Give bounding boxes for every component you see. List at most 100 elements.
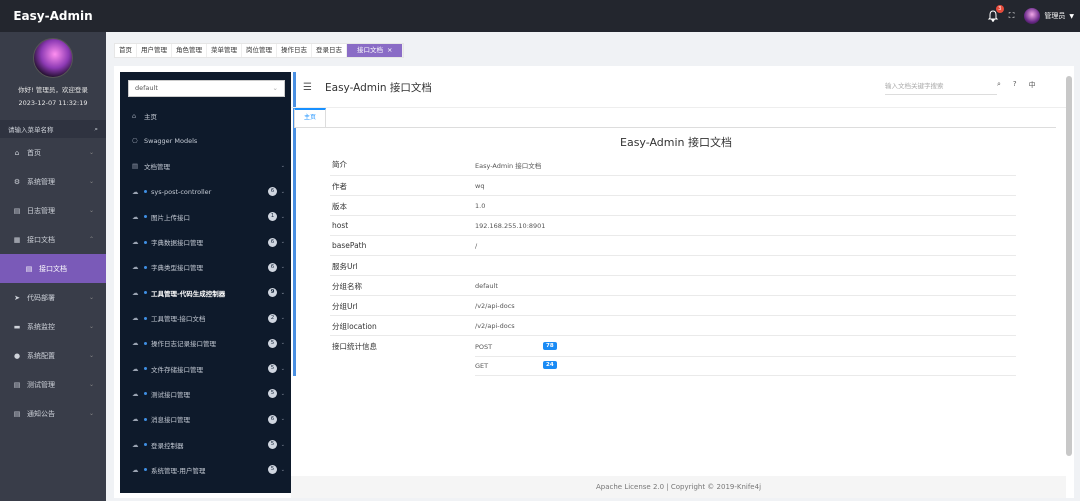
user-menu[interactable]: 管理员 ▼ bbox=[1024, 8, 1074, 24]
info-value: default bbox=[475, 282, 498, 290]
nav-item-models[interactable]: ⎔ Swagger Models bbox=[120, 128, 291, 153]
chevron-up-icon: ⌃ bbox=[88, 236, 94, 243]
doc-icon: ▦ bbox=[13, 235, 21, 244]
cloud-icon: ☁ bbox=[132, 364, 139, 373]
sidebar-item-label: 代码部署 bbox=[27, 293, 55, 302]
close-icon[interactable]: × bbox=[387, 46, 392, 54]
tab-roles[interactable]: 角色管理 bbox=[172, 44, 207, 57]
nav-item-controller[interactable]: ☁ 字典数据接口管理 6 ⌄ bbox=[120, 229, 291, 254]
method-label: POST bbox=[475, 343, 493, 351]
nav-item-home[interactable]: ⌂ 主页 bbox=[120, 103, 291, 128]
dot-icon bbox=[144, 417, 147, 421]
info-label: 版本 bbox=[332, 202, 347, 211]
fullscreen-icon[interactable]: ⛶ bbox=[1009, 11, 1015, 21]
sidebar-item-home[interactable]: ⌂ 首页 ⌄ bbox=[0, 138, 106, 167]
bell-icon[interactable]: 3 bbox=[987, 5, 1004, 23]
cloud-icon: ☁ bbox=[132, 212, 139, 221]
chevron-down-icon: ⌄ bbox=[280, 239, 285, 246]
nav-item-label: 工具管理-代码生成控制器 bbox=[151, 289, 226, 298]
sidebar-subitem-api-docs[interactable]: ▤ 接口文档 bbox=[0, 254, 106, 283]
sidebar-item-api-docs[interactable]: ▦ 接口文档 ⌃ bbox=[0, 225, 106, 254]
home-icon: ⌂ bbox=[132, 111, 137, 120]
sidebar-item-config[interactable]: ● 系统配置 ⌄ bbox=[0, 341, 106, 370]
nav-item-label: 文档管理 bbox=[144, 163, 170, 172]
app-title: Easy-Admin bbox=[13, 9, 93, 23]
nav-item-controller[interactable]: ☁ 系统管理-用户管理 5 ⌄ bbox=[120, 457, 291, 482]
sidebar-item-log[interactable]: ▤ 日志管理 ⌄ bbox=[0, 196, 106, 225]
cloud-icon: ☁ bbox=[132, 238, 139, 247]
nav-item-controller[interactable]: ☁ 文件存储接口管理 5 ⌄ bbox=[120, 356, 291, 381]
nav-item-doc-manage[interactable]: ▤ 文档管理 ⌄ bbox=[120, 154, 291, 179]
page-tabs: 首页 用户管理 角色管理 菜单管理 岗位管理 操作日志 登录日志 接口文档 × bbox=[114, 43, 405, 58]
nav-item-label: 字典类型接口管理 bbox=[151, 264, 203, 273]
group-select-value: default bbox=[135, 84, 158, 92]
user-name: 管理员 bbox=[1044, 12, 1066, 20]
doc-icon: ▤ bbox=[25, 264, 33, 273]
nav-item-controller[interactable]: ☁ 登录控制器 5 ⌄ bbox=[120, 432, 291, 457]
sidebar-item-monitor[interactable]: ▬ 系统监控 ⌄ bbox=[0, 312, 106, 341]
tab-home[interactable]: 首页 bbox=[115, 44, 137, 57]
count-badge: 6 bbox=[268, 414, 277, 424]
info-label: 分组location bbox=[332, 322, 377, 331]
info-row: 分组location /v2/api-docs bbox=[330, 316, 1016, 336]
tab-oplog[interactable]: 操作日志 bbox=[277, 44, 312, 57]
sidebar-item-system[interactable]: ⚙ 系统管理 ⌄ bbox=[0, 167, 106, 196]
cloud-icon: ☁ bbox=[132, 339, 139, 348]
info-value: wq bbox=[475, 182, 485, 190]
chevron-down-icon: ⌄ bbox=[88, 323, 94, 330]
info-row: 作者 wq bbox=[330, 176, 1016, 196]
sidebar-item-deploy[interactable]: ➤ 代码部署 ⌄ bbox=[0, 283, 106, 312]
nav-item-controller[interactable]: ☁ 字典类型接口管理 6 ⌄ bbox=[120, 255, 291, 280]
sidebar-item-notice[interactable]: ▤ 通知公告 ⌄ bbox=[0, 399, 106, 428]
count-badge: 6 bbox=[268, 262, 277, 272]
tab-loginlog[interactable]: 登录日志 bbox=[312, 44, 347, 57]
tab-menus[interactable]: 菜单管理 bbox=[207, 44, 242, 57]
home-icon: ⌂ bbox=[14, 148, 20, 157]
doc-search-input[interactable]: 输入文档关键字搜索 bbox=[885, 80, 997, 95]
tab-users[interactable]: 用户管理 bbox=[137, 44, 172, 57]
help-icon[interactable]: ? bbox=[1013, 80, 1017, 90]
send-icon: ➤ bbox=[14, 293, 20, 302]
count-badge: 2 bbox=[268, 313, 277, 323]
chevron-down-icon: ⌄ bbox=[272, 84, 278, 92]
group-select[interactable]: default ⌄ bbox=[128, 80, 285, 97]
nav-item-controller[interactable]: ☁ 测试接口管理 5 ⌄ bbox=[120, 381, 291, 406]
dot-icon bbox=[144, 392, 147, 396]
dot-icon bbox=[144, 190, 147, 194]
info-row: 分组名称 default bbox=[330, 276, 1016, 296]
info-row: 简介 Easy-Admin 接口文档 bbox=[330, 156, 1016, 176]
dot-icon bbox=[144, 265, 147, 269]
cloud-icon: ☁ bbox=[132, 288, 139, 297]
menu-toggle-icon[interactable]: ☰ bbox=[303, 82, 312, 93]
info-value: Easy-Admin 接口文档 bbox=[475, 162, 542, 170]
dot-icon bbox=[144, 316, 147, 320]
nav-item-controller[interactable]: ☁ 工具管理-代码生成控制器 9 ⌄ bbox=[120, 280, 291, 305]
nav-item-label: 操作日志记录接口管理 bbox=[151, 340, 216, 349]
divider bbox=[294, 127, 1056, 128]
info-row: 服务Url bbox=[330, 256, 1016, 276]
language-toggle[interactable]: 中 bbox=[1029, 80, 1036, 90]
chevron-down-icon: ▼ bbox=[1069, 12, 1074, 20]
content-frame: default ⌄ ⌂ 主页 ⎔ Swagger Models ▤ 文档管理 ⌄… bbox=[114, 66, 1074, 498]
tab-api-docs[interactable]: 接口文档 × bbox=[347, 44, 404, 57]
dot-icon bbox=[144, 215, 147, 219]
nav-item-controller[interactable]: ☁ sys-post-controller 6 ⌄ bbox=[120, 179, 291, 204]
nav-item-controller[interactable]: ☁ 消息接口管理 6 ⌄ bbox=[120, 407, 291, 432]
monitor-icon: ▬ bbox=[13, 322, 21, 331]
count-badge: 5 bbox=[268, 465, 277, 475]
tab-posts[interactable]: 岗位管理 bbox=[242, 44, 277, 57]
info-label: 分组名称 bbox=[332, 282, 362, 291]
sidebar-item-test[interactable]: ▤ 测试管理 ⌄ bbox=[0, 370, 106, 399]
dot-icon bbox=[144, 443, 147, 446]
avatar bbox=[33, 38, 73, 78]
nav-item-label: 字典数据接口管理 bbox=[151, 239, 203, 248]
nav-item-controller[interactable]: ☁ 操作日志记录接口管理 5 ⌄ bbox=[120, 331, 291, 356]
tab-main[interactable]: 主页 bbox=[294, 108, 326, 128]
count-badge: 5 bbox=[268, 440, 277, 449]
scrollbar[interactable] bbox=[1066, 76, 1072, 456]
method-count-badge: 24 bbox=[543, 361, 557, 369]
search-icon[interactable]: ⌕ bbox=[997, 80, 1001, 90]
nav-item-controller[interactable]: ☁ 图片上传接口 1 ⌄ bbox=[120, 204, 291, 229]
menu-search-input[interactable]: 请输入菜单名称 ⌕ bbox=[0, 120, 106, 138]
nav-item-controller[interactable]: ☁ 工具管理-接口文档 2 ⌄ bbox=[120, 305, 291, 330]
